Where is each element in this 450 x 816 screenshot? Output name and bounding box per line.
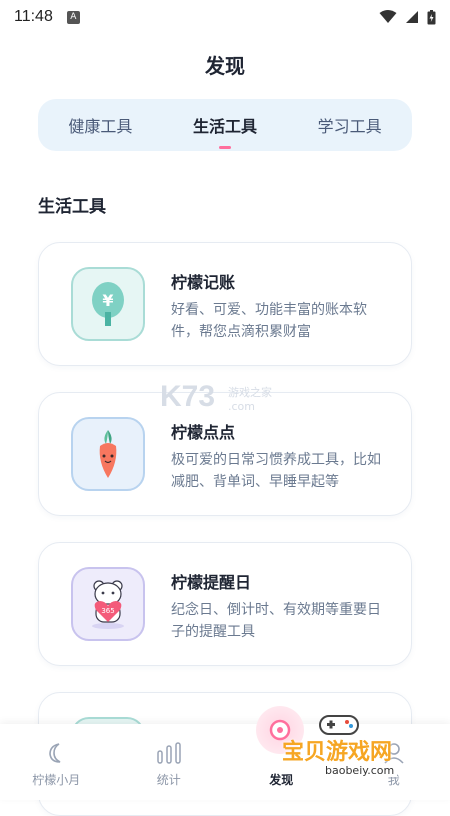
wifi-icon (379, 10, 397, 24)
nav-label: 柠檬小月 (32, 771, 80, 788)
tab-bar: 健康工具 生活工具 学习工具 (38, 99, 412, 151)
tool-card-lemon-reminder[interactable]: 365 柠檬提醒日 纪念日、倒计时、有效期等重要日子的提醒工具 (38, 542, 412, 666)
bear-heart-icon: 365 (71, 567, 145, 641)
watermark-logo: K73 (160, 380, 215, 414)
notification-a-icon: A (67, 11, 80, 24)
watermark-sub: 游戏之家 (228, 384, 272, 400)
tab-life-tools[interactable]: 生活工具 (189, 107, 261, 143)
card-title: 柠檬点点 (171, 419, 235, 443)
nav-item-stats[interactable]: 统计 (113, 724, 226, 800)
svg-text:365: 365 (101, 607, 114, 615)
card-title: 柠檬记账 (171, 269, 235, 293)
watermark-bb-url: baobeiy.com (322, 764, 397, 777)
nav-label: 统计 (157, 771, 181, 788)
carrot-icon (71, 417, 145, 491)
bars-icon (155, 741, 183, 765)
svg-text:¥: ¥ (102, 291, 113, 310)
status-bar: 11:48 A (0, 0, 450, 34)
section-title: 生活工具 (38, 192, 106, 217)
money-tree-icon: ¥ (71, 267, 145, 341)
watermark-baobeiy: 宝贝游戏网 baobeiy.com (270, 728, 420, 784)
card-title: 柠檬提醒日 (171, 569, 251, 593)
card-desc: 纪念日、倒计时、有效期等重要日子的提醒工具 (171, 599, 391, 643)
tab-health-tools[interactable]: 健康工具 (64, 107, 136, 143)
status-time: 11:48 (14, 8, 53, 26)
watermark-url: .com (228, 400, 255, 413)
tool-card-lemon-accounting[interactable]: ¥ 柠檬记账 好看、可爱、功能丰富的账本软件，帮您点滴积累财富 (38, 242, 412, 366)
tab-study-tools[interactable]: 学习工具 (314, 107, 386, 143)
moon-icon (44, 741, 68, 765)
page-title: 发现 (0, 50, 450, 79)
watermark-bb-title: 宝贝游戏网 (282, 734, 392, 766)
nav-item-lemon-moon[interactable]: 柠檬小月 (0, 724, 113, 800)
card-desc: 好看、可爱、功能丰富的账本软件，帮您点滴积累财富 (171, 299, 391, 343)
tool-card-lemon-dots[interactable]: 柠檬点点 极可爱的日常习惯养成工具，比如减肥、背单词、早睡早起等 (38, 392, 412, 516)
signal-icon (405, 10, 419, 24)
card-desc: 极可爱的日常习惯养成工具，比如减肥、背单词、早睡早起等 (171, 449, 391, 493)
status-icons (379, 10, 436, 25)
battery-icon (427, 10, 436, 25)
